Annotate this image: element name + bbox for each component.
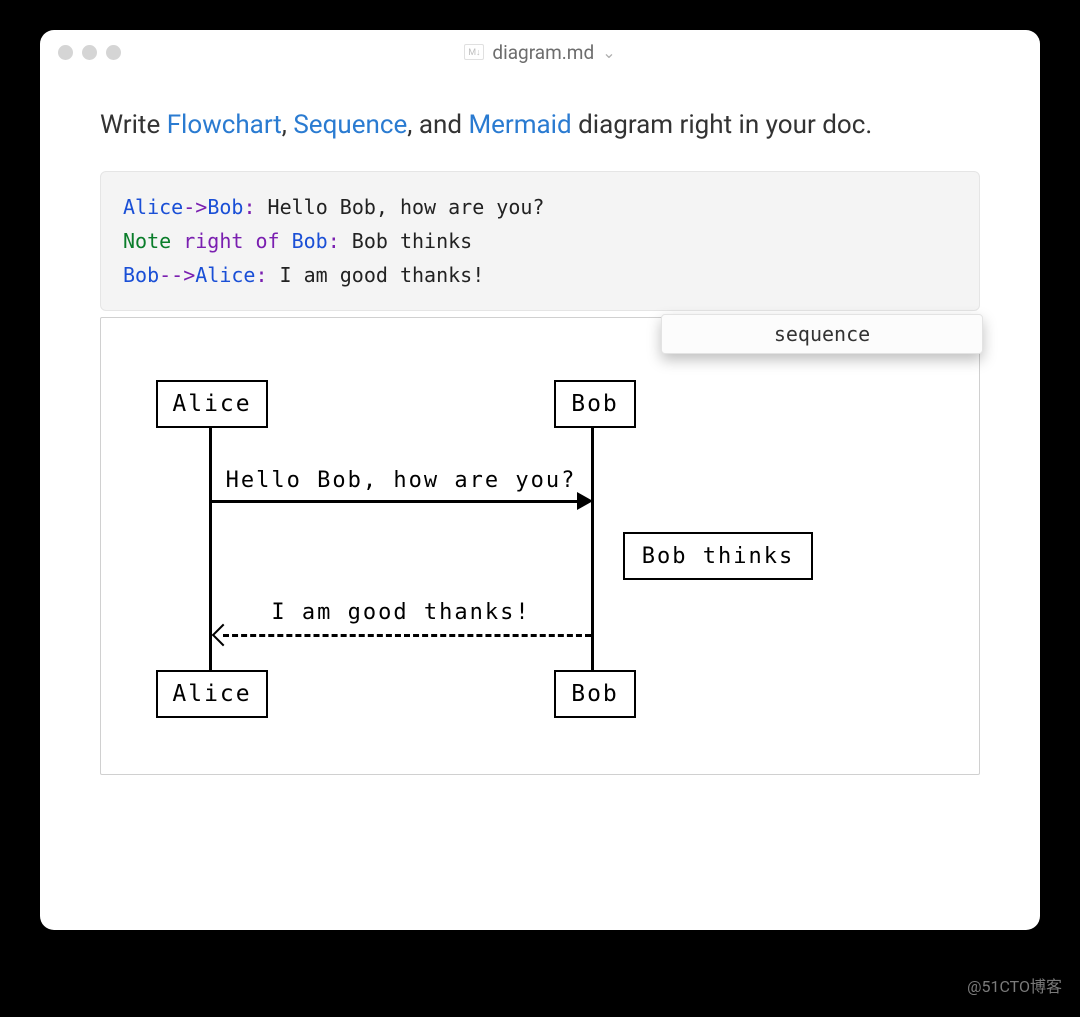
close-dot[interactable] bbox=[58, 45, 73, 60]
code-token-name: Bob bbox=[123, 263, 159, 287]
filename-label: diagram.md bbox=[492, 41, 594, 64]
document-body: Write Flowchart, Sequence, and Mermaid d… bbox=[40, 74, 1040, 775]
code-token-keyword: Note bbox=[123, 229, 171, 253]
intro-post: diagram right in your doc. bbox=[572, 110, 873, 140]
actor-bob-top: Bob bbox=[554, 380, 636, 428]
flowchart-link[interactable]: Flowchart bbox=[167, 110, 282, 140]
actor-alice-bottom: Alice bbox=[156, 670, 268, 718]
mermaid-link[interactable]: Mermaid bbox=[468, 110, 571, 140]
chevron-down-icon[interactable]: ⌄ bbox=[602, 43, 615, 62]
code-token-msg: Hello Bob, how are you? bbox=[255, 195, 544, 219]
sequence-diagram: Alice Bob Hello Bob, how are you? Bob th… bbox=[101, 318, 979, 774]
window-controls bbox=[58, 45, 121, 60]
code-token-name: Bob bbox=[207, 195, 243, 219]
intro-paragraph: Write Flowchart, Sequence, and Mermaid d… bbox=[100, 108, 980, 143]
msg2-arrowhead-icon bbox=[212, 624, 235, 647]
code-token-pos: right of bbox=[171, 229, 291, 253]
msg1-label: Hello Bob, how are you? bbox=[211, 468, 591, 493]
actor-bob-bottom: Bob bbox=[554, 670, 636, 718]
code-token-colon: : bbox=[243, 195, 255, 219]
watermark: @51CTO博客 bbox=[967, 973, 1062, 997]
code-token-colon: : bbox=[255, 263, 267, 287]
code-token-name: Alice bbox=[195, 263, 255, 287]
msg2-line bbox=[223, 634, 591, 637]
msg2-label: I am good thanks! bbox=[211, 600, 591, 625]
minimize-dot[interactable] bbox=[82, 45, 97, 60]
editor-window: M↓ diagram.md ⌄ Write Flowchart, Sequenc… bbox=[40, 30, 1040, 930]
msg1-line bbox=[211, 500, 579, 503]
intro-sep1: , bbox=[282, 110, 294, 140]
msg1-arrowhead-icon bbox=[577, 492, 593, 510]
code-token-arrow: -> bbox=[183, 195, 207, 219]
code-token-name: Bob bbox=[292, 229, 328, 253]
zoom-dot[interactable] bbox=[106, 45, 121, 60]
sequence-link[interactable]: Sequence bbox=[293, 110, 407, 140]
code-token-arrow: --> bbox=[159, 263, 195, 287]
window-title: M↓ diagram.md ⌄ bbox=[40, 41, 1040, 64]
markdown-icon: M↓ bbox=[464, 44, 484, 60]
code-token-msg: I am good thanks! bbox=[268, 263, 485, 287]
intro-text: Write bbox=[100, 110, 167, 140]
note-box: Bob thinks bbox=[623, 532, 813, 580]
actor-alice-top: Alice bbox=[156, 380, 268, 428]
code-token-msg: Bob thinks bbox=[340, 229, 472, 253]
intro-sep2: , and bbox=[407, 110, 468, 140]
code-token-colon: : bbox=[328, 229, 340, 253]
diagram-preview: sequence Alice Bob Hello Bob, how are yo… bbox=[100, 317, 980, 775]
code-token-name: Alice bbox=[123, 195, 183, 219]
window-titlebar: M↓ diagram.md ⌄ bbox=[40, 30, 1040, 74]
code-block[interactable]: Alice->Bob: Hello Bob, how are you? Note… bbox=[100, 171, 980, 311]
